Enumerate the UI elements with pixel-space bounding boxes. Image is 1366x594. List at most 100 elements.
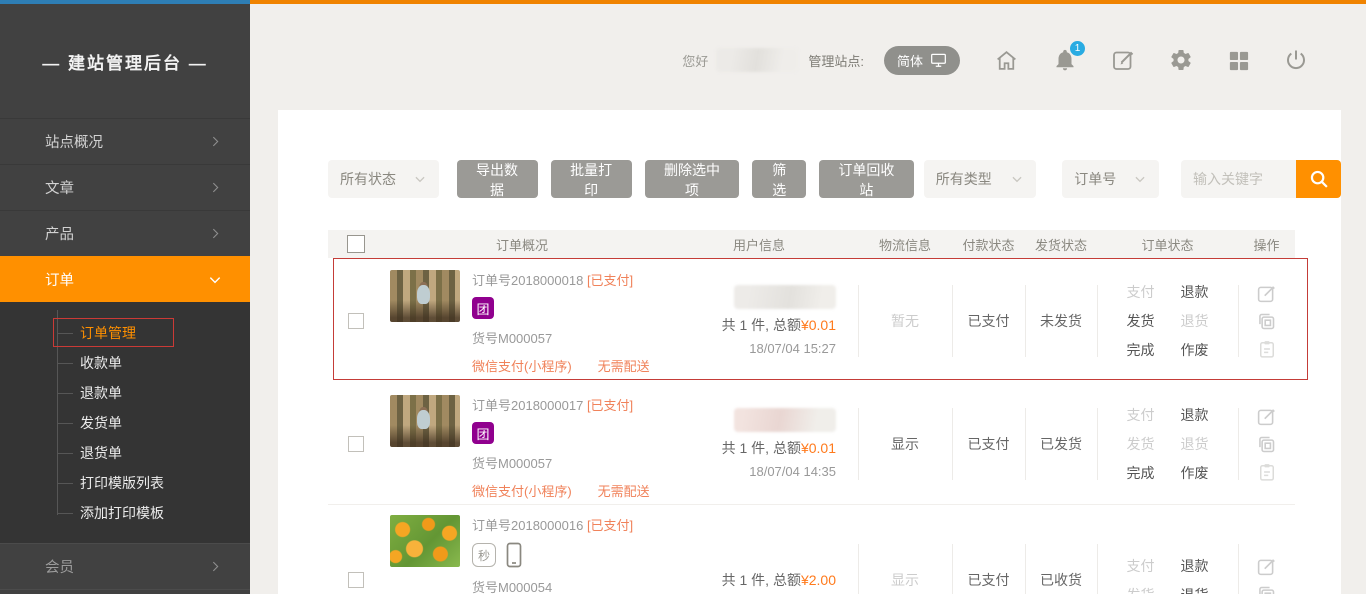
mobile-phone-icon (506, 542, 522, 568)
shipping-status: 未发货 (1025, 258, 1097, 383)
chevron-right-icon (209, 560, 222, 573)
order-amount: ¥0.01 (801, 317, 836, 333)
order-summary: 共 1 件, 总额 (722, 440, 801, 456)
row-checkbox[interactable] (348, 572, 364, 588)
pay-link[interactable]: 支付 (1127, 405, 1155, 425)
sidebar-item-articles[interactable]: 文章 (0, 164, 250, 210)
complete-link[interactable]: 完成 (1127, 340, 1155, 360)
sidebar-item-label: 文章 (45, 177, 74, 198)
column-header-shipping-status: 发货状态 (1025, 235, 1097, 254)
bell-icon[interactable]: 1 (1053, 48, 1077, 72)
refund-link[interactable]: 退款 (1181, 556, 1209, 576)
sidebar: — 建站管理后台 — 站点概况 文章 产品 订单 订单管理 收款单 退款单 发货… (0, 4, 250, 594)
chevron-right-icon (209, 135, 222, 148)
copy-icon[interactable] (1256, 311, 1277, 332)
sidebar-item-orders[interactable]: 订单 (0, 256, 250, 302)
submenu-item-receipts[interactable]: 收款单 (0, 348, 250, 378)
submenu-item-return-orders[interactable]: 退货单 (0, 438, 250, 468)
submenu-item-print-template-list[interactable]: 打印模版列表 (0, 468, 250, 498)
sidebar-item-label: 订单 (45, 269, 74, 290)
search-field-dropdown[interactable]: 订单号 (1062, 160, 1159, 198)
type-filter-value: 所有类型 (936, 169, 992, 189)
clipboard-icon[interactable] (1257, 462, 1277, 482)
compose-icon[interactable] (1111, 48, 1135, 72)
monitor-icon (930, 53, 947, 68)
flash-sale-badge: 秒 (472, 543, 496, 567)
column-header-actions: 操作 (1238, 235, 1295, 254)
search-field-value: 订单号 (1074, 169, 1116, 189)
orders-submenu: 订单管理 收款单 退款单 发货单 退货单 打印模版列表 添加打印模板 (0, 302, 250, 543)
row-checkbox[interactable] (348, 313, 364, 329)
submenu-item-shipping-orders[interactable]: 发货单 (0, 408, 250, 438)
complete-link[interactable]: 完成 (1127, 463, 1155, 483)
return-link[interactable]: 退货 (1181, 311, 1209, 331)
app-title: — 建站管理后台 — (0, 4, 250, 118)
row-checkbox[interactable] (348, 436, 364, 452)
manage-site-label: 管理站点: (808, 51, 864, 70)
language-site-pill[interactable]: 简体 (884, 46, 960, 75)
column-header-payment-status: 付款状态 (952, 235, 1025, 254)
keyword-search-input[interactable] (1181, 160, 1296, 198)
submenu-item-order-management[interactable]: 订单管理 (0, 318, 250, 348)
edit-icon[interactable] (1256, 556, 1277, 577)
copy-icon[interactable] (1256, 584, 1277, 594)
submenu-item-refund-orders[interactable]: 退款单 (0, 378, 250, 408)
select-all-checkbox[interactable] (347, 235, 365, 253)
grid-apps-icon[interactable] (1227, 49, 1250, 72)
sidebar-item-site-overview[interactable]: 站点概况 (0, 118, 250, 164)
gear-icon[interactable] (1169, 48, 1193, 72)
payment-status: 已支付 (952, 383, 1025, 504)
top-header: 您好 管理站点: 简体 1 (250, 4, 1366, 110)
order-number: 订单号2018000018 (472, 273, 583, 288)
product-thumbnail (390, 515, 460, 567)
chevron-down-icon (1133, 172, 1147, 186)
return-link[interactable]: 退货 (1181, 434, 1209, 454)
copy-icon[interactable] (1256, 434, 1277, 455)
order-state-links: 支付 退款 发货 退货 (1097, 505, 1238, 594)
shipping-status: 已收货 (1025, 505, 1097, 594)
column-header-order-overview: 订单概况 (384, 235, 660, 254)
language-label: 简体 (897, 51, 923, 70)
filter-button[interactable]: 筛选 (752, 160, 806, 198)
group-buy-badge: 团 (472, 422, 494, 444)
order-row: 订单号2018000018 [已支付] 团 货号M000057 微信支付(小程序… (328, 258, 1295, 383)
return-link[interactable]: 退货 (1181, 585, 1209, 594)
order-row: 订单号2018000017 [已支付] 团 货号M000057 微信支付(小程序… (328, 383, 1295, 505)
ship-link[interactable]: 发货 (1127, 434, 1155, 454)
redacted-customer-name (734, 408, 836, 432)
pay-link[interactable]: 支付 (1127, 282, 1155, 302)
edit-icon[interactable] (1256, 283, 1277, 304)
ship-link[interactable]: 发货 (1127, 585, 1155, 594)
clipboard-icon[interactable] (1257, 339, 1277, 359)
order-recycle-bin-button[interactable]: 订单回收站 (819, 160, 914, 198)
order-summary: 共 1 件, 总额 (722, 317, 801, 333)
export-data-button[interactable]: 导出数据 (457, 160, 538, 198)
order-datetime: 18/07/04 15:27 (749, 341, 836, 356)
batch-print-button[interactable]: 批量打印 (551, 160, 632, 198)
pay-link[interactable]: 支付 (1127, 556, 1155, 576)
sidebar-item-products[interactable]: 产品 (0, 210, 250, 256)
search-group (1181, 160, 1341, 198)
order-state-links: 支付 退款 发货 退货 完成 作废 (1097, 258, 1238, 383)
void-link[interactable]: 作废 (1181, 463, 1209, 483)
home-icon[interactable] (994, 48, 1019, 73)
search-button[interactable] (1296, 160, 1341, 198)
table-header-row: 订单概况 用户信息 物流信息 付款状态 发货状态 订单状态 操作 (328, 230, 1295, 258)
orders-table: 订单概况 用户信息 物流信息 付款状态 发货状态 订单状态 操作 订单号2018… (328, 230, 1295, 594)
delete-selected-button[interactable]: 删除选中项 (645, 160, 740, 198)
group-buy-badge: 团 (472, 297, 494, 319)
void-link[interactable]: 作废 (1181, 340, 1209, 360)
chevron-right-icon (209, 181, 222, 194)
power-icon[interactable] (1284, 48, 1308, 72)
submenu-item-add-print-template[interactable]: 添加打印模板 (0, 498, 250, 528)
edit-icon[interactable] (1256, 406, 1277, 427)
type-filter-dropdown[interactable]: 所有类型 (924, 160, 1036, 198)
refund-link[interactable]: 退款 (1181, 282, 1209, 302)
status-filter-dropdown[interactable]: 所有状态 (328, 160, 439, 198)
ship-link[interactable]: 发货 (1127, 311, 1155, 331)
sidebar-item-label: 站点概况 (45, 131, 103, 152)
status-filter-value: 所有状态 (340, 169, 396, 189)
sidebar-item-label: 会员 (45, 556, 74, 577)
sidebar-item-members[interactable]: 会员 (0, 543, 250, 590)
refund-link[interactable]: 退款 (1181, 405, 1209, 425)
